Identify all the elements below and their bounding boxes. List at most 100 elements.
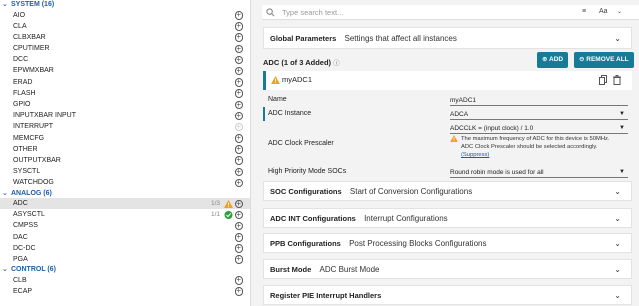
remove-icon: ⊖ (579, 56, 585, 63)
warning-icon (450, 135, 458, 142)
dropdown-arrow-icon: ▼ (619, 169, 625, 175)
add-instance-icon[interactable]: + (234, 44, 243, 54)
adc-instance-label: ADC Instance (268, 110, 312, 117)
add-instance-icon[interactable]: + (234, 134, 243, 143)
sidebar-item-clbxbar[interactable]: CLBXBAR + (0, 32, 250, 43)
add-instance-icon[interactable]: + (234, 179, 243, 188)
add-instance-icon[interactable]: + (234, 67, 243, 76)
sidebar-item-dcc[interactable]: DCC + (0, 54, 250, 65)
search-input[interactable] (280, 5, 520, 20)
sidebar-item-cla[interactable]: CLA + (0, 21, 250, 32)
chevron-down-icon: ⌄ (614, 187, 621, 196)
add-instance-icon[interactable]: + (234, 111, 243, 121)
add-instance-icon[interactable]: + (234, 55, 243, 65)
instance-count: 1/3 (210, 200, 220, 207)
sidebar-item-cputimer[interactable]: CPUTIMER + (0, 43, 250, 54)
sidebar-item-pga[interactable]: PGA + (0, 254, 250, 265)
add-instance-icon[interactable]: + (234, 199, 243, 208)
add-instance-icon[interactable]: + (234, 233, 243, 242)
prescaler-label: ADC Clock Prescaler (268, 140, 334, 147)
instance-item-myADC1[interactable]: myADC1 (263, 71, 632, 90)
add-instance-icon[interactable]: + (234, 287, 243, 296)
instance-count: 1/1 (210, 211, 220, 219)
sidebar-item-label: INTERRUPT (13, 123, 54, 131)
sidebar-item-dc-dc[interactable]: DC-DC + (0, 243, 250, 254)
chevron-down-icon[interactable]: ⌄ (617, 8, 622, 15)
sidebar-item-label: CMPSS (13, 222, 38, 230)
sidebar-item-inputxbar-input[interactable]: INPUTXBAR INPUT + (0, 110, 250, 121)
global-parameters-desc: Settings that affect all instances (344, 34, 457, 43)
section-adc-int-configurations[interactable]: ADC INT Configurations Interrupt Configu… (263, 208, 632, 228)
add-instance-icon[interactable]: + (234, 78, 243, 87)
sidebar-item-asysctl[interactable]: ASYSCTL 1/1 + (0, 209, 250, 220)
sidebar-item-label: INPUTXBAR INPUT (13, 112, 77, 120)
filter-list-icon[interactable]: ≡ (582, 8, 586, 15)
add-instance-icon[interactable]: + (234, 156, 243, 165)
instance-name: myADC1 (282, 75, 313, 84)
add-instance-icon[interactable]: + (234, 11, 243, 20)
add-instance-icon[interactable]: + (234, 33, 243, 42)
section-burst-mode[interactable]: Burst Mode ADC Burst Mode ⌄ (263, 259, 632, 279)
soc-mode-label: High Priority Mode SOCs (268, 168, 347, 175)
adc-instance-select[interactable]: ADCA ▼ (450, 109, 628, 120)
sidebar-item-label: WATCHDOG (13, 179, 54, 187)
sidebar-item-label: ASYSCTL (13, 211, 45, 219)
section-ppb-configurations[interactable]: PPB Configurations Post Processing Block… (263, 233, 632, 253)
add-instance-icon: + (234, 121, 243, 132)
section-soc-configurations[interactable]: SOC Configurations Start of Conversion C… (263, 181, 632, 201)
add-instance-icon[interactable]: + (234, 22, 243, 31)
remove-all-button[interactable]: ⊖ REMOVE ALL (574, 52, 634, 68)
sidebar-item-epwmxbar[interactable]: EPWMXBAR + (0, 65, 250, 76)
sidebar-item-other[interactable]: OTHER + (0, 144, 250, 155)
add-instance-icon[interactable]: + (234, 167, 243, 177)
add-instance-icon[interactable]: + (234, 244, 243, 253)
add-instance-icon[interactable]: + (234, 100, 243, 109)
section-desc: Interrupt Configurations (364, 214, 448, 223)
sidebar-item-label: AIO (13, 11, 26, 19)
category-header[interactable]: ⌄ SYSTEM (16) (0, 0, 250, 10)
prescaler-select[interactable]: ADCCLK = (input clock) / 1.0 ▼ (450, 123, 628, 134)
info-icon[interactable]: ⓘ (333, 60, 340, 67)
sidebar-item-watchdog[interactable]: WATCHDOG + (0, 177, 250, 188)
name-value: myADC1 (450, 97, 477, 104)
sidebar-item-label: SYSCTL (13, 168, 41, 176)
add-instance-icon[interactable]: + (234, 210, 243, 220)
sidebar-item-label: ADC (13, 200, 28, 207)
sidebar-item-memcfg[interactable]: MEMCFG + (0, 133, 250, 144)
suppress-link[interactable]: (Suppress) (450, 151, 630, 159)
sidebar-item-label: EPWMXBAR (13, 67, 54, 75)
soc-mode-select[interactable]: Round robin mode is used for all ▼ (450, 167, 628, 178)
sidebar-item-outputxbar[interactable]: OUTPUTXBAR + (0, 155, 250, 166)
category-title: CONTROL (6) (11, 266, 56, 274)
match-case-toggle[interactable]: Aa (599, 8, 608, 15)
sidebar-item-sysctl[interactable]: SYSCTL + (0, 166, 250, 177)
global-parameters-panel[interactable]: Global Parameters Settings that affect a… (263, 27, 632, 49)
chevron-down-icon: ⌄ (614, 239, 621, 248)
copy-icon[interactable] (599, 75, 607, 85)
section-desc: ADC Burst Mode (319, 265, 380, 274)
category-header[interactable]: ⌄ ANALOG (6) (0, 189, 250, 199)
sidebar-item-erad[interactable]: ERAD + (0, 77, 250, 88)
sidebar-item-gpio[interactable]: GPIO + (0, 99, 250, 110)
add-instance-icon[interactable]: + (234, 222, 243, 231)
sidebar-item-ecap[interactable]: ECAP + (0, 286, 250, 297)
add-instance-icon[interactable]: + (234, 255, 243, 264)
sidebar-item-adc[interactable]: ADC 1/3 + (0, 198, 250, 210)
trash-icon[interactable] (613, 75, 621, 85)
sidebar-item-label: ERAD (13, 78, 33, 86)
sidebar-item-cmpss[interactable]: CMPSS + (0, 220, 250, 231)
add-instance-icon[interactable]: + (234, 145, 243, 154)
sidebar-item-aio[interactable]: AIO + (0, 10, 250, 21)
sidebar-item-interrupt[interactable]: INTERRUPT + (0, 121, 250, 132)
add-instance-icon[interactable]: + (234, 89, 243, 98)
name-field[interactable]: myADC1 (450, 95, 628, 106)
add-instance-icon[interactable]: + (234, 276, 243, 285)
sidebar-item-clb[interactable]: CLB + (0, 275, 250, 286)
section-register-pie-handlers[interactable]: Register PIE Interrupt Handlers ⌄ (263, 285, 632, 305)
sidebar-item-dac[interactable]: DAC + (0, 232, 250, 243)
sidebar-item-label: CLA (13, 22, 27, 30)
sidebar-item-flash[interactable]: FLASH + (0, 88, 250, 99)
category-header[interactable]: ⌄ CONTROL (6) (0, 265, 250, 275)
section-title: PPB Configurations (270, 239, 341, 248)
add-button[interactable]: ⊕ ADD (537, 52, 569, 68)
